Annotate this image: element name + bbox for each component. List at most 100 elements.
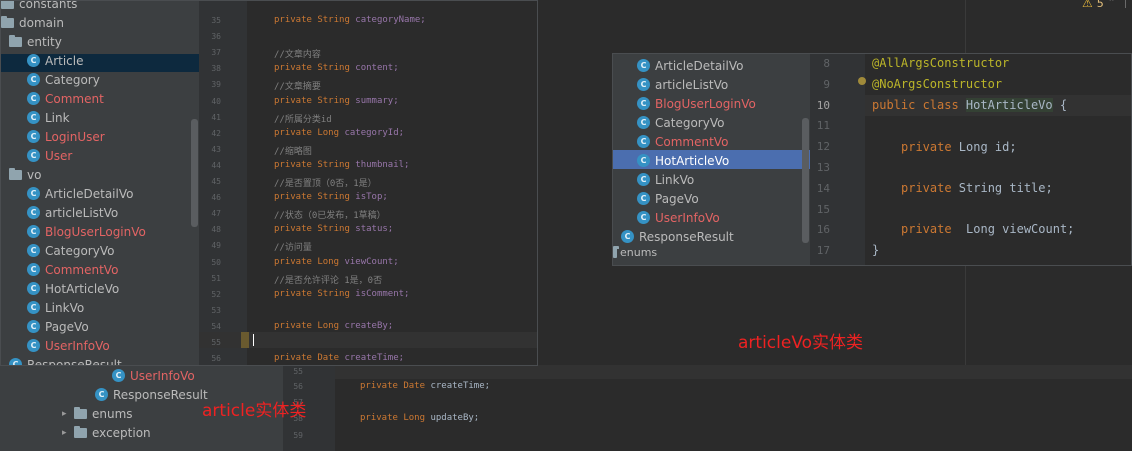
tree-item-link[interactable]: C Link bbox=[27, 108, 70, 127]
line-number: 39 bbox=[211, 80, 221, 90]
tree-item-bloguserloginvo[interactable]: C BlogUserLoginVo bbox=[637, 94, 756, 113]
code-comment[interactable]: //是否置顶（0否，1是） bbox=[274, 176, 377, 189]
class-icon: C bbox=[27, 111, 40, 124]
code-line-field[interactable]: private Long viewCount; bbox=[274, 257, 399, 267]
tree-item-enums[interactable]: ▸ enums bbox=[62, 404, 133, 423]
code-comment[interactable]: //是否允许评论 1是，0否 bbox=[274, 273, 382, 286]
tree-item-label: BlogUserLoginVo bbox=[45, 224, 146, 239]
tree-item-hotarticlevo[interactable]: C HotArticleVo bbox=[637, 151, 729, 170]
inspection-widget[interactable]: ⚠ 5 ⌃ bbox=[1082, 0, 1132, 10]
tree-item-user[interactable]: C User bbox=[27, 146, 72, 165]
tree-item-label: constants bbox=[19, 0, 78, 11]
tree-item-userinfovo[interactable]: C UserInfoVo bbox=[637, 208, 720, 227]
tree-item-categoryvo[interactable]: C CategoryVo bbox=[637, 113, 724, 132]
code-comment[interactable]: //所属分类id bbox=[274, 112, 332, 125]
lightbulb-icon[interactable] bbox=[858, 77, 866, 85]
line-number: 59 bbox=[293, 431, 303, 440]
chevron-up-icon[interactable]: ⌃ bbox=[1108, 0, 1116, 8]
class-icon: C bbox=[27, 263, 40, 276]
line-number: 42 bbox=[211, 128, 221, 138]
tree-item-categoryvo[interactable]: C CategoryVo bbox=[27, 241, 114, 260]
code-line-field[interactable]: private Long createBy; bbox=[274, 321, 393, 331]
tree-item-vo[interactable]: vo bbox=[9, 165, 41, 184]
tree-item-responseresult[interactable]: C ResponseResult bbox=[95, 385, 208, 404]
code-line-brace[interactable]: } bbox=[872, 243, 879, 257]
tree-item-label: UserInfoVo bbox=[45, 338, 110, 353]
class-icon: C bbox=[27, 301, 40, 314]
code-line[interactable]: private Date createTime; bbox=[360, 381, 490, 391]
tree-item-hotarticlevo[interactable]: C HotArticleVo bbox=[27, 279, 119, 298]
tree-item-label: vo bbox=[27, 167, 42, 182]
tree-item-linkvo[interactable]: C LinkVo bbox=[27, 298, 84, 317]
entity-editor-window: constants domain entity C Article C Category C C… bbox=[0, 0, 538, 366]
tree-item-loginuser[interactable]: C LoginUser bbox=[27, 127, 105, 146]
code-line-field[interactable]: private Long id; bbox=[901, 140, 1017, 154]
code-comment[interactable]: //文章摘要 bbox=[274, 79, 321, 92]
chevron-right-icon[interactable]: ▸ bbox=[62, 409, 74, 419]
code-line-field[interactable]: private Date createTime; bbox=[274, 353, 404, 363]
code-line-field[interactable]: private String isComment; bbox=[274, 289, 409, 299]
tree-item-bloguserloginvo[interactable]: C BlogUserLoginVo bbox=[27, 222, 146, 241]
class-icon: C bbox=[27, 282, 40, 295]
line-number: 41 bbox=[211, 112, 221, 122]
code-comment[interactable]: //缩略图 bbox=[274, 144, 312, 157]
tree-item-pagevo[interactable]: C PageVo bbox=[27, 317, 89, 336]
code-line-field[interactable]: private String content; bbox=[274, 63, 399, 73]
line-number: 15 bbox=[816, 202, 830, 216]
tree-item-entity[interactable]: entity bbox=[9, 32, 62, 51]
code-line-field[interactable]: private String summary; bbox=[274, 96, 399, 106]
tree-item-label: LinkVo bbox=[45, 300, 85, 315]
code-line-field[interactable]: private String status; bbox=[274, 224, 393, 234]
tree-item-label: UserInfoVo bbox=[655, 210, 720, 225]
tree-item-article[interactable]: C Article bbox=[27, 51, 84, 70]
class-icon: C bbox=[27, 54, 40, 67]
code-comment[interactable]: //访问量 bbox=[274, 240, 312, 253]
class-icon: C bbox=[637, 59, 650, 72]
tree-item-label: BlogUserLoginVo bbox=[655, 96, 756, 111]
code-line-field[interactable]: private String categoryName; bbox=[274, 15, 426, 25]
tree-item-category[interactable]: C Category bbox=[27, 70, 100, 89]
tree-item-linkvo[interactable]: C LinkVo bbox=[637, 170, 694, 189]
line-number: 56 bbox=[293, 382, 303, 391]
tree-item-domain[interactable]: domain bbox=[1, 13, 64, 32]
tree-item-comment[interactable]: C Comment bbox=[27, 89, 104, 108]
tree-item-exception[interactable]: ▸ exception bbox=[62, 423, 151, 442]
tree-item-pagevo[interactable]: C PageVo bbox=[637, 189, 699, 208]
tree-item-articledetailvo[interactable]: C ArticleDetailVo bbox=[637, 56, 743, 75]
tree-item-responseresult[interactable]: C ResponseResult bbox=[9, 355, 122, 365]
tree-item-label: Link bbox=[45, 110, 70, 125]
class-icon: C bbox=[637, 154, 650, 167]
tree-item-articlelistvo[interactable]: CarticleListVo bbox=[637, 75, 728, 94]
code-line-field[interactable]: private String thumbnail; bbox=[274, 160, 409, 170]
code-line-annotation[interactable]: @NoArgsConstructor bbox=[872, 77, 1002, 91]
code-line-class-decl[interactable]: public class HotArticleVo { bbox=[872, 98, 1067, 112]
current-line-highlight bbox=[199, 332, 537, 348]
code-comment[interactable]: //文章内容 bbox=[274, 47, 321, 60]
code-line[interactable]: private Long updateBy; bbox=[360, 413, 479, 423]
tree-item-label: LoginUser bbox=[45, 129, 105, 144]
tree-item-articlelistvo[interactable]: CarticleListVo bbox=[27, 203, 118, 222]
line-number: 51 bbox=[211, 273, 221, 283]
line-number: 53 bbox=[211, 305, 221, 315]
chevron-right-icon[interactable]: ▸ bbox=[62, 428, 74, 438]
class-icon: C bbox=[27, 187, 40, 200]
tree-item-userinfovo[interactable]: C UserInfoVo bbox=[112, 366, 195, 385]
tree-item-commentvo[interactable]: C CommentVo bbox=[637, 132, 728, 151]
code-line-field[interactable]: private String isTop; bbox=[274, 192, 388, 202]
tree-item-userinfovo[interactable]: C UserInfoVo bbox=[27, 336, 110, 355]
line-number: 9 bbox=[823, 77, 830, 91]
code-line-annotation[interactable]: @AllArgsConstructor bbox=[872, 56, 1009, 70]
code-comment[interactable]: //状态（0已发布，1草稿） bbox=[274, 208, 386, 221]
tree-scrollbar[interactable] bbox=[802, 118, 809, 243]
tree-item-articledetailvo[interactable]: C ArticleDetailVo bbox=[27, 184, 133, 203]
tree-item-commentvo[interactable]: C CommentVo bbox=[27, 260, 118, 279]
caption-articlevo-entity: articleVo实体类 bbox=[738, 333, 864, 353]
class-icon: C bbox=[27, 130, 40, 143]
tree-item-enums[interactable]: enums bbox=[613, 243, 657, 262]
code-line-field[interactable]: private String title; bbox=[901, 181, 1053, 195]
class-icon: C bbox=[27, 320, 40, 333]
tree-item-constants[interactable]: constants bbox=[1, 0, 78, 13]
tree-scrollbar[interactable] bbox=[191, 119, 198, 227]
code-line-field[interactable]: private Long viewCount; bbox=[901, 222, 1074, 236]
code-line-field[interactable]: private Long categoryId; bbox=[274, 128, 404, 138]
